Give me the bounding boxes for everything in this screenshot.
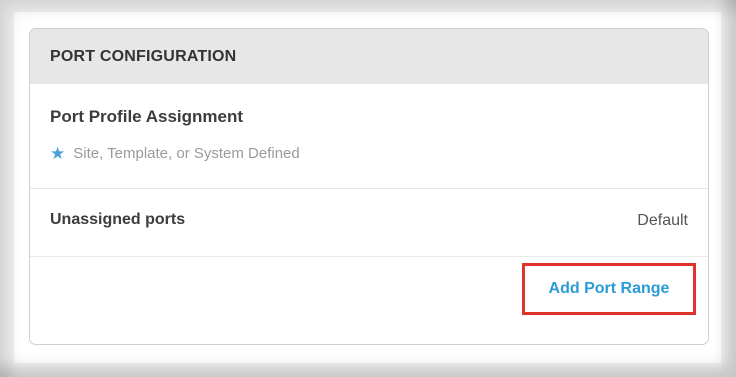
port-actions-row: Add Port Range <box>30 257 708 344</box>
port-profile-source: ★ Site, Template, or System Defined <box>50 145 300 162</box>
star-icon: ★ <box>50 144 66 163</box>
port-configuration-card: PORT CONFIGURATION Port Profile Assignme… <box>29 28 709 345</box>
unassigned-ports-row: Unassigned ports Default <box>30 189 708 257</box>
port-configuration-title: PORT CONFIGURATION <box>50 47 237 65</box>
port-profile-assignment-section: Port Profile Assignment ★ Site, Template… <box>30 84 708 189</box>
panel-canvas: PORT CONFIGURATION Port Profile Assignme… <box>14 12 721 363</box>
add-port-range-highlight: Add Port Range <box>522 263 696 315</box>
port-configuration-header: PORT CONFIGURATION <box>30 29 708 84</box>
add-port-range-link[interactable]: Add Port Range <box>549 280 670 298</box>
unassigned-ports-label: Unassigned ports <box>50 211 186 228</box>
port-profile-assignment-title: Port Profile Assignment <box>50 107 244 126</box>
screenshot-frame: PORT CONFIGURATION Port Profile Assignme… <box>0 0 736 377</box>
unassigned-ports-value: Default <box>637 212 688 229</box>
port-profile-source-text: Site, Template, or System Defined <box>73 145 300 162</box>
